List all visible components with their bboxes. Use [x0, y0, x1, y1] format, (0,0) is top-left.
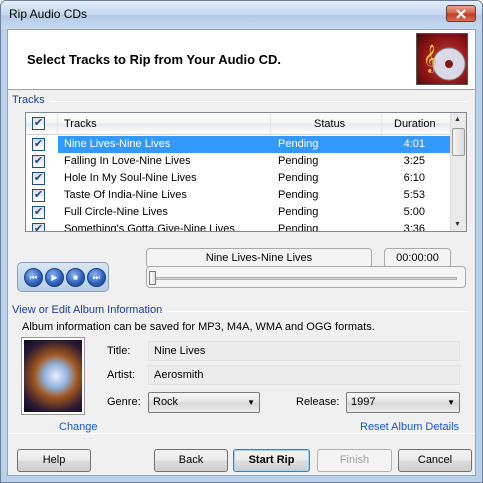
page-title: Select Tracks to Rip from Your Audio CD.: [27, 52, 282, 67]
album-group-divider: [161, 311, 468, 312]
next-track-button[interactable]: ⏭: [87, 268, 106, 287]
finish-button-label: Finish: [339, 454, 370, 466]
finish-button[interactable]: Finish: [317, 449, 392, 472]
chevron-down-icon: ▼: [247, 398, 255, 407]
reset-album-details-link[interactable]: Reset Album Details: [360, 421, 459, 433]
track-list[interactable]: ✔ Tracks Status Duration ✔ Nine Lives-Nin…: [25, 112, 467, 232]
seek-thumb[interactable]: [149, 271, 156, 285]
header-band: Select Tracks to Rip from Your Audio CD.…: [8, 30, 475, 90]
track-checkbox[interactable]: ✔: [32, 172, 45, 185]
svg-text:𝄞: 𝄞: [423, 44, 437, 73]
artist-field[interactable]: Aerosmith: [148, 365, 460, 385]
track-duration: 5:00: [403, 206, 425, 218]
change-cover-link[interactable]: Change: [59, 421, 98, 433]
track-title: Taste Of India-Nine Lives: [64, 189, 187, 201]
track-duration: 3:25: [403, 155, 425, 167]
track-checkbox[interactable]: ✔: [32, 155, 45, 168]
track-row[interactable]: ✔ Taste Of India-Nine Lives Pending 5:53: [26, 187, 451, 204]
track-status: Pending: [278, 223, 319, 232]
track-checkbox[interactable]: ✔: [32, 189, 45, 202]
title-field[interactable]: Nine Lives: [148, 341, 460, 361]
stop-icon: ■: [73, 273, 78, 282]
track-checkbox[interactable]: ✔: [32, 223, 45, 231]
track-row[interactable]: ✔ Something's Gotta Give-Nine Lives Pendin…: [26, 221, 451, 232]
help-button[interactable]: Help: [17, 449, 91, 472]
scrollbar-thumb[interactable]: [452, 128, 465, 156]
chevron-down-icon: ▼: [447, 398, 455, 407]
close-icon: [456, 8, 466, 19]
select-all-column[interactable]: ✔: [26, 113, 58, 135]
track-duration: 6:10: [403, 172, 425, 184]
track-title: Falling In Love-Nine Lives: [64, 155, 191, 167]
genre-label: Genre:: [107, 396, 141, 408]
genre-dropdown[interactable]: Rock ▼: [148, 392, 260, 413]
track-row[interactable]: ✔ Full Circle-Nine Lives Pending 5:00: [26, 204, 451, 221]
scroll-down-icon[interactable]: ▼: [454, 221, 461, 228]
status-column-header[interactable]: Status: [271, 113, 382, 135]
track-duration: 4:01: [403, 138, 425, 150]
music-cd-icon: 𝄞: [416, 33, 468, 85]
track-row[interactable]: ✔ Falling In Love-Nine Lives Pending 3:25: [26, 153, 451, 170]
title-label: Title:: [107, 345, 131, 357]
seek-track: [153, 277, 457, 280]
help-button-label: Help: [42, 454, 66, 466]
back-button-label: Back: [178, 454, 204, 466]
release-dropdown[interactable]: 1997 ▼: [346, 392, 460, 413]
title-bar[interactable]: Rip Audio CDs: [1, 1, 482, 29]
window-title: Rip Audio CDs: [9, 7, 88, 21]
track-checkbox[interactable]: ✔: [32, 206, 45, 219]
track-checkbox[interactable]: ✔: [32, 138, 45, 151]
track-row[interactable]: ✔ Hole In My Soul-Nine Lives Pending 6:10: [26, 170, 451, 187]
cancel-button[interactable]: Cancel: [398, 449, 472, 472]
artist-label: Artist:: [107, 369, 136, 381]
track-status: Pending: [278, 155, 319, 167]
transport-buttons: ⏮ ▶ ■ ⏭: [17, 262, 109, 292]
footer-separator: [8, 433, 475, 434]
tracks-group-label: Tracks: [12, 94, 45, 106]
dialog-body: Select Tracks to Rip from Your Audio CD.…: [7, 29, 476, 476]
track-status: Pending: [278, 189, 319, 201]
track-title: Something's Gotta Give-Nine Lives: [64, 223, 235, 232]
duration-column-header[interactable]: Duration: [382, 113, 451, 135]
scroll-up-icon[interactable]: ▲: [454, 116, 461, 123]
track-title: Nine Lives-Nine Lives: [64, 138, 171, 150]
back-button[interactable]: Back: [154, 449, 228, 472]
track-list-header: ✔ Tracks Status Duration: [26, 113, 451, 135]
genre-value: Rock: [153, 396, 179, 408]
track-title: Full Circle-Nine Lives: [64, 206, 168, 218]
album-info-note: Album information can be saved for MP3, …: [22, 321, 375, 333]
tracks-column-header[interactable]: Tracks: [58, 113, 271, 135]
cancel-button-label: Cancel: [417, 454, 453, 466]
play-button[interactable]: ▶: [45, 268, 64, 287]
close-button[interactable]: [446, 5, 476, 22]
release-value: 1997: [351, 396, 376, 408]
select-all-checkbox[interactable]: ✔: [32, 117, 45, 130]
tracks-group-divider: [50, 101, 468, 102]
seek-bar[interactable]: [146, 266, 466, 288]
rip-audio-cds-window: Rip Audio CDs Select Tracks to Rip from …: [0, 0, 483, 483]
track-list-scrollbar[interactable]: ▲ ▼: [450, 113, 466, 231]
start-rip-button-label: Start Rip: [248, 454, 295, 466]
release-label: Release:: [296, 396, 340, 408]
track-status: Pending: [278, 138, 319, 150]
track-status: Pending: [278, 206, 319, 218]
track-title: Hole In My Soul-Nine Lives: [64, 172, 197, 184]
track-row[interactable]: ✔ Nine Lives-Nine Lives Pending 4:01: [26, 136, 451, 153]
start-rip-button[interactable]: Start Rip: [233, 449, 310, 472]
stop-button[interactable]: ■: [66, 268, 85, 287]
track-duration: 5:53: [403, 189, 425, 201]
previous-track-button[interactable]: ⏮: [24, 268, 43, 287]
album-cover-image[interactable]: [21, 337, 85, 415]
album-group-label: View or Edit Album Information: [12, 304, 163, 316]
previous-icon: ⏮: [29, 273, 38, 282]
play-icon: ▶: [51, 273, 58, 282]
track-duration: 3:36: [403, 223, 425, 232]
next-icon: ⏭: [92, 273, 101, 282]
track-status: Pending: [278, 172, 319, 184]
